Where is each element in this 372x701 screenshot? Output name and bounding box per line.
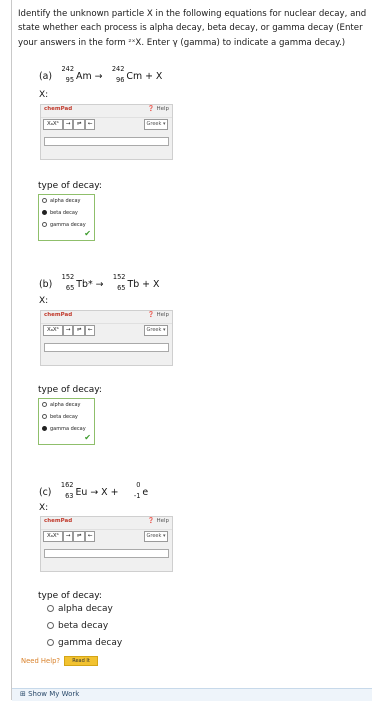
decay-options-a: alpha decay beta decay gamma decay ✔ — [38, 194, 95, 241]
option-beta[interactable]: beta decay — [42, 210, 78, 216]
option-alpha[interactable]: alpha decay — [42, 402, 80, 408]
greek-dropdown[interactable]: Greek ▾ — [144, 119, 168, 130]
backspace-button[interactable]: ← — [85, 119, 95, 130]
help-icon[interactable]: ❓ Help — [148, 312, 169, 318]
reactant-nuclide: 162 63 Eu — [60, 481, 88, 500]
option-gamma[interactable]: gamma decay — [42, 426, 86, 432]
product-nuclide: 0 -1 e — [133, 481, 149, 500]
greek-dropdown[interactable]: Greek ▾ — [144, 531, 168, 542]
part-label: (b) — [39, 279, 53, 290]
chempad-title: chemPad — [44, 312, 73, 318]
arrow-button[interactable]: → — [63, 325, 73, 336]
subscript-superscript-button[interactable]: XₐXᵇ — [43, 531, 63, 542]
equation-c: (c) 162 63 Eu → X + 0 -1 e — [39, 481, 149, 500]
type-label: type of decay: — [38, 591, 102, 601]
product-nuclide: 152 65 Tb — [112, 273, 140, 292]
backspace-button[interactable]: ← — [85, 531, 95, 542]
equilibrium-button[interactable]: ⇌ — [73, 325, 85, 336]
part-label: (c) — [39, 487, 52, 498]
help-icon[interactable]: ❓ Help — [148, 106, 169, 112]
subscript-superscript-button[interactable]: XₐXᵇ — [43, 325, 63, 336]
x-label: X: — [39, 90, 49, 100]
reactant-nuclide: 152 65 Tb* — [61, 273, 93, 292]
option-alpha[interactable]: alpha decay — [42, 198, 80, 204]
type-label: type of decay: — [38, 181, 102, 191]
radio-icon[interactable] — [42, 210, 47, 215]
greek-dropdown[interactable]: Greek ▾ — [144, 325, 168, 336]
equation-b: (b) 152 65 Tb* → 152 65 Tb + X — [39, 273, 160, 292]
instructions: Identify the unknown particle X in the f… — [18, 9, 367, 48]
read-it-button[interactable]: Read It — [64, 656, 98, 666]
show-my-work-link[interactable]: ⊞ Show My Work — [20, 690, 79, 698]
checkmark-icon: ✔ — [84, 433, 91, 442]
product-nuclide: 242 96 Cm — [111, 65, 143, 84]
chempad-b[interactable]: chemPad ❓ Help XₐXᵇ → ⇌ ← Greek ▾ — [40, 310, 173, 366]
radio-icon[interactable] — [47, 622, 54, 629]
subscript-superscript-button[interactable]: XₐXᵇ — [43, 119, 63, 130]
help-icon[interactable]: ❓ Help — [148, 518, 169, 524]
option-alpha[interactable]: alpha decay — [47, 604, 113, 614]
answer-input[interactable] — [44, 549, 169, 558]
backspace-button[interactable]: ← — [85, 325, 95, 336]
option-beta[interactable]: beta decay — [47, 621, 108, 631]
option-gamma[interactable]: gamma decay — [47, 638, 122, 648]
equation-a: (a) 242 95 Am → 242 96 Cm + X — [39, 65, 163, 84]
radio-icon[interactable] — [42, 198, 47, 203]
need-help-label: Need Help? — [21, 657, 61, 665]
checkmark-icon: ✔ — [84, 229, 91, 238]
reactant-nuclide: 242 95 Am — [61, 65, 92, 84]
radio-icon[interactable] — [47, 605, 54, 612]
plus-x: + X — [142, 279, 160, 290]
type-label: type of decay: — [38, 385, 102, 395]
radio-icon[interactable] — [42, 402, 47, 407]
x-label: X: — [39, 296, 49, 306]
chempad-title: chemPad — [44, 106, 73, 112]
option-gamma[interactable]: gamma decay — [42, 222, 86, 228]
chempad-c[interactable]: chemPad ❓ Help XₐXᵇ → ⇌ ← Greek ▾ — [40, 516, 173, 572]
radio-icon[interactable] — [42, 426, 47, 431]
option-beta[interactable]: beta decay — [42, 414, 78, 420]
reaction-arrow: → X + — [90, 487, 119, 498]
chempad-title: chemPad — [44, 518, 73, 524]
equilibrium-button[interactable]: ⇌ — [73, 119, 85, 130]
x-label: X: — [39, 503, 49, 513]
arrow-button[interactable]: → — [63, 119, 73, 130]
reaction-arrow: → — [95, 279, 104, 290]
equilibrium-button[interactable]: ⇌ — [73, 531, 85, 542]
radio-icon[interactable] — [42, 414, 47, 419]
decay-options-b: alpha decay beta decay gamma decay ✔ — [38, 398, 95, 445]
arrow-button[interactable]: → — [63, 531, 73, 542]
part-label: (a) — [39, 71, 53, 82]
answer-input[interactable] — [44, 343, 169, 352]
reaction-arrow: → — [94, 71, 103, 82]
radio-icon[interactable] — [47, 639, 54, 646]
plus-x: + X — [145, 71, 163, 82]
radio-icon[interactable] — [42, 222, 47, 227]
answer-input[interactable] — [44, 137, 169, 146]
chempad-a[interactable]: chemPad ❓ Help XₐXᵇ → ⇌ ← Greek ▾ — [40, 104, 173, 160]
